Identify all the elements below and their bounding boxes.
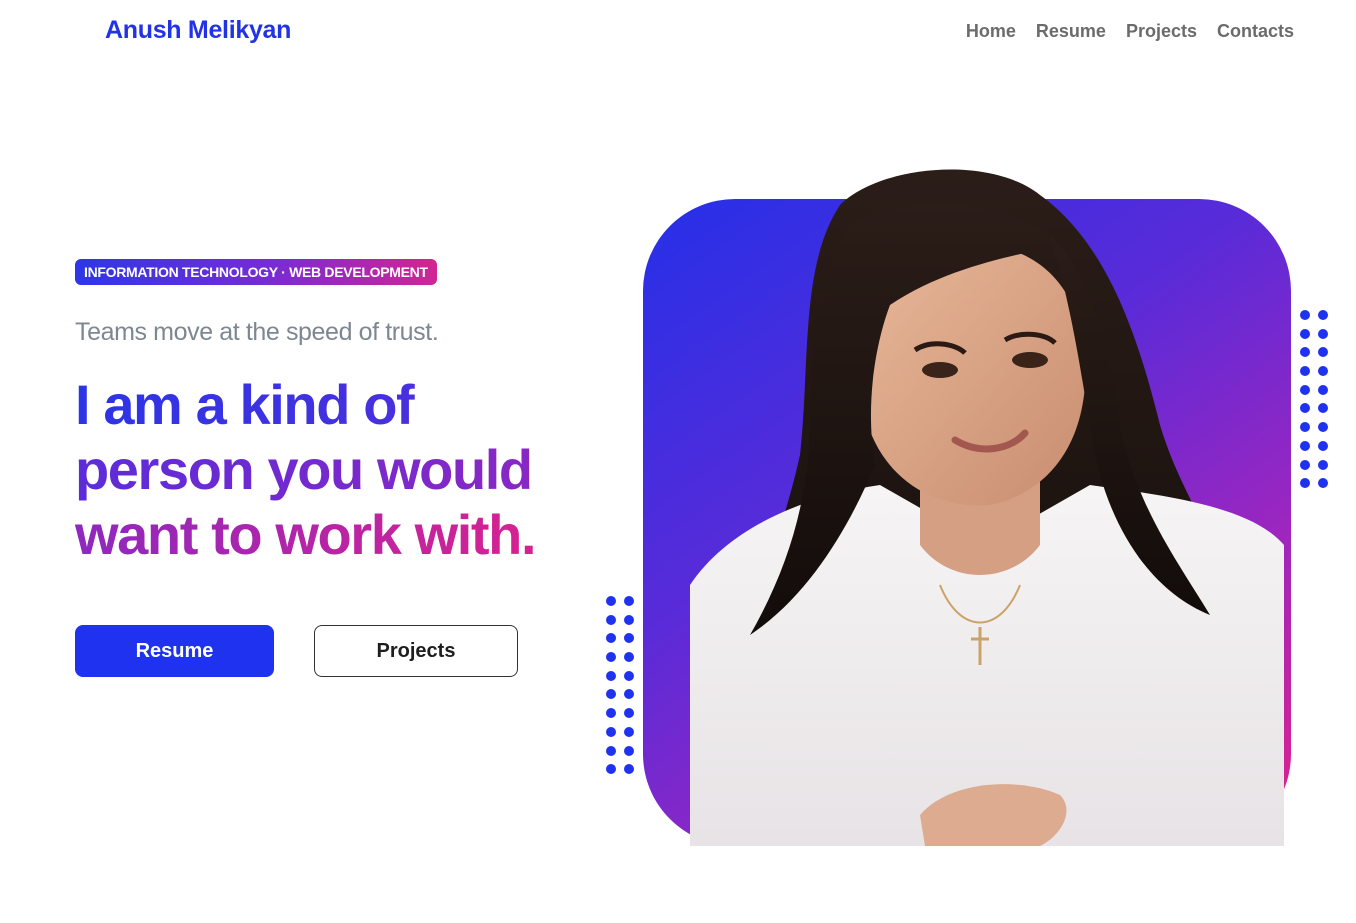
headline-line-2: person you would (75, 437, 595, 502)
brand-logo[interactable]: Anush Melikyan (105, 16, 291, 45)
dot (1318, 366, 1328, 377)
dot (624, 764, 634, 775)
dot (624, 670, 634, 681)
dot (1318, 459, 1328, 470)
dot (606, 652, 616, 663)
dot (624, 614, 634, 625)
dot (1300, 366, 1310, 377)
dot (1300, 440, 1310, 451)
dot (1318, 347, 1328, 358)
resume-button[interactable]: Resume (75, 625, 274, 677)
dot (606, 726, 616, 737)
dot-pattern-right-outer (1300, 310, 1328, 489)
projects-button[interactable]: Projects (314, 625, 518, 677)
dot (606, 670, 616, 681)
dot (1318, 440, 1328, 451)
dot (624, 708, 634, 719)
category-badge: INFORMATION TECHNOLOGY · WEB DEVELOPMENT (75, 259, 437, 285)
dot (624, 745, 634, 756)
dot (606, 596, 616, 606)
hero-headline: I am a kind of person you would want to … (75, 372, 595, 567)
dot (1300, 347, 1310, 358)
dot-pattern-left-outer (606, 596, 634, 775)
dot (624, 633, 634, 644)
dot (1300, 459, 1310, 470)
dot (1318, 422, 1328, 433)
dot (1300, 478, 1310, 489)
dot (624, 689, 634, 700)
headline-line-1: I am a kind of (75, 372, 595, 437)
tagline: Teams move at the speed of trust. (75, 318, 439, 346)
dot (1318, 403, 1328, 414)
dot (624, 652, 634, 663)
nav-contacts[interactable]: Contacts (1217, 21, 1294, 42)
portrait-photo (690, 169, 1284, 846)
dot (606, 708, 616, 719)
main-nav: Home Resume Projects Contacts (966, 21, 1294, 42)
dot (1318, 328, 1328, 339)
dot (606, 689, 616, 700)
dot (1318, 384, 1328, 395)
dot (624, 596, 634, 606)
dot (1318, 310, 1328, 320)
dot (606, 614, 616, 625)
dot (1300, 403, 1310, 414)
nav-resume[interactable]: Resume (1036, 21, 1106, 42)
dot (624, 726, 634, 737)
dot (606, 745, 616, 756)
dot (1300, 384, 1310, 395)
dot (606, 764, 616, 775)
headline-line-3: want to work with. (75, 502, 595, 567)
nav-home[interactable]: Home (966, 21, 1016, 42)
nav-projects[interactable]: Projects (1126, 21, 1197, 42)
dot (1300, 310, 1310, 320)
dot (1318, 478, 1328, 489)
dot (606, 633, 616, 644)
dot (1300, 422, 1310, 433)
dot (1300, 328, 1310, 339)
